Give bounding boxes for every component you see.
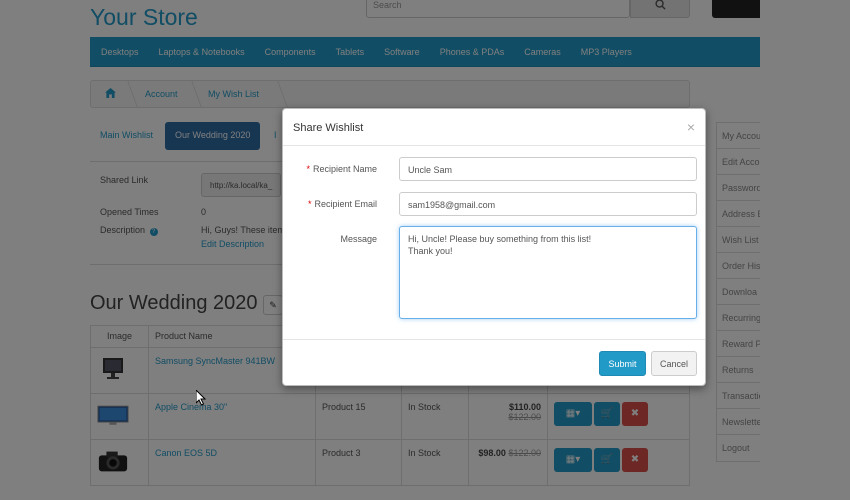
recipient-name-label-text: Recipient Name	[312, 164, 377, 174]
recipient-name-input[interactable]: Uncle Sam	[399, 157, 697, 181]
recipient-email-label: * Recipient Email	[308, 199, 377, 209]
submit-button[interactable]: Submit	[599, 351, 646, 376]
recipient-name-label: * Recipient Name	[306, 164, 377, 174]
message-label: Message	[340, 234, 377, 244]
recipient-email-input[interactable]: sam1958@gmail.com	[399, 192, 697, 216]
share-wishlist-modal: Share Wishlist × * Recipient Name Uncle S…	[282, 108, 706, 386]
recipient-email-label-text: Recipient Email	[314, 199, 377, 209]
modal-title: Share Wishlist	[293, 122, 364, 134]
message-textarea[interactable]: Hi, Uncle! Please buy something from thi…	[399, 226, 697, 319]
required-asterisk: *	[306, 164, 310, 174]
modal-footer-divider	[283, 339, 705, 340]
close-icon[interactable]: ×	[687, 119, 695, 135]
required-asterisk: *	[307, 199, 312, 209]
mouse-cursor-icon	[196, 390, 207, 406]
browser-viewport: Your Store Search Desktops Laptops & Not…	[0, 0, 850, 500]
cancel-button[interactable]: Cancel	[651, 351, 697, 376]
modal-header: Share Wishlist ×	[283, 109, 705, 146]
